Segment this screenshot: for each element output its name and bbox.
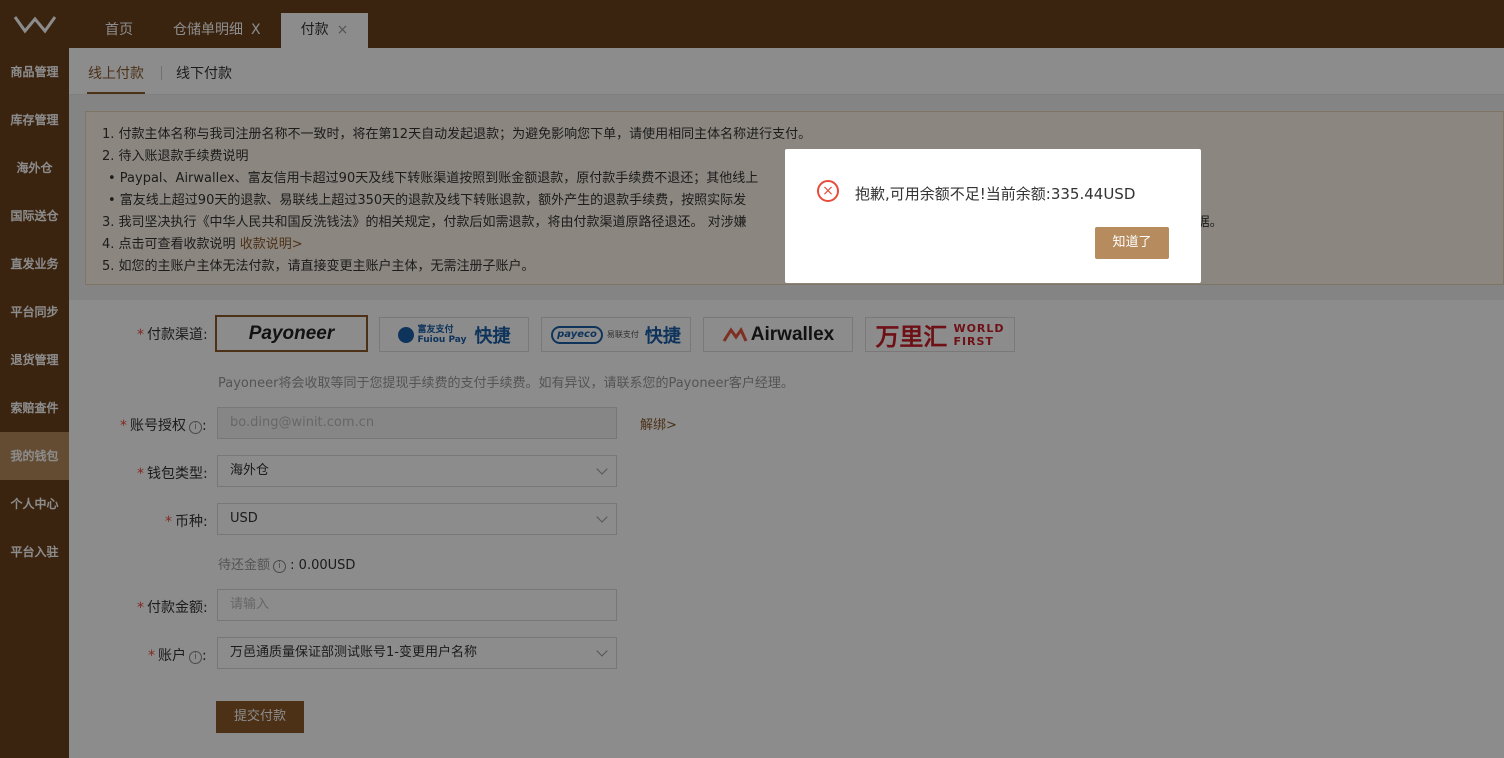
ok-button[interactable]: 知道了 bbox=[1095, 227, 1169, 259]
modal-overlay[interactable] bbox=[0, 0, 1504, 758]
insufficient-balance-dialog: × 抱歉,可用余额不足!当前余额:335.44USD 知道了 bbox=[785, 149, 1201, 283]
dialog-message: 抱歉,可用余额不足!当前余额:335.44USD bbox=[855, 185, 1136, 203]
error-icon: × bbox=[817, 180, 839, 202]
